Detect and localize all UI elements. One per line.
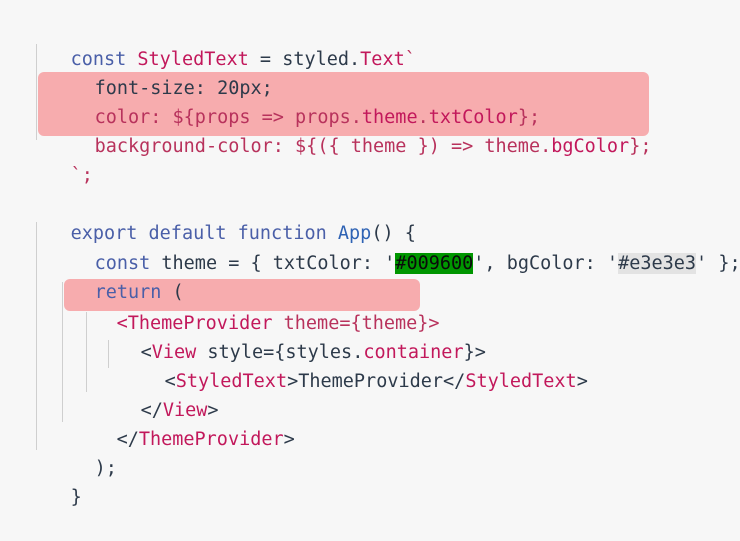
token: > [576, 371, 588, 392]
token: ', bgColor: ' [473, 253, 619, 274]
code-line-6: export default function App() { [26, 190, 416, 244]
code-editor: const StyledText = styled.Text` font-siz… [0, 0, 740, 508]
code-line-10: <View style={styles.container}> [96, 309, 486, 363]
code-line-11: <StyledText>ThemeProvider</StyledText> [120, 338, 588, 392]
token: Text [360, 49, 405, 70]
token: ThemeProvider [138, 429, 284, 450]
code-line-9: <ThemeProvider theme={theme}> [72, 280, 440, 334]
token: ${({ theme }) => theme. [295, 136, 552, 157]
code-line-4: background-color: ${({ theme }) => theme… [50, 103, 652, 157]
token: background-color: [94, 136, 296, 157]
code-line-13: </ThemeProvider> [72, 396, 295, 450]
token: } [70, 487, 82, 508]
code-line-15: } [26, 454, 82, 508]
code-line-2: font-size: 20px; [50, 45, 273, 99]
token: ` [404, 49, 416, 70]
color-swatch-gray: #e3e3e3 [618, 253, 697, 274]
code-line-5: `; [26, 132, 93, 186]
token: StyledText [465, 371, 577, 392]
code-line-1: const StyledText = styled.Text` [26, 16, 416, 70]
token: ); [94, 458, 117, 479]
code-line-8: return ( [50, 249, 184, 303]
token: > [283, 429, 295, 450]
code-line-14: ); [50, 425, 117, 479]
token: ' }; [696, 253, 740, 274]
token: }; [629, 136, 652, 157]
color-swatch-green: #009600 [395, 253, 474, 274]
token: >ThemeProvider</ [287, 371, 466, 392]
code-line-3: color: ${props => props.theme.txtColor}; [50, 74, 541, 128]
token: `; [70, 165, 93, 186]
token: </ [116, 429, 139, 450]
code-line-12: </View> [96, 367, 219, 421]
token: bgColor [551, 136, 630, 157]
token: = { txtColor: ' [217, 253, 396, 274]
code-line-7: const theme = { txtColor: '#009600', bgC… [50, 220, 740, 274]
